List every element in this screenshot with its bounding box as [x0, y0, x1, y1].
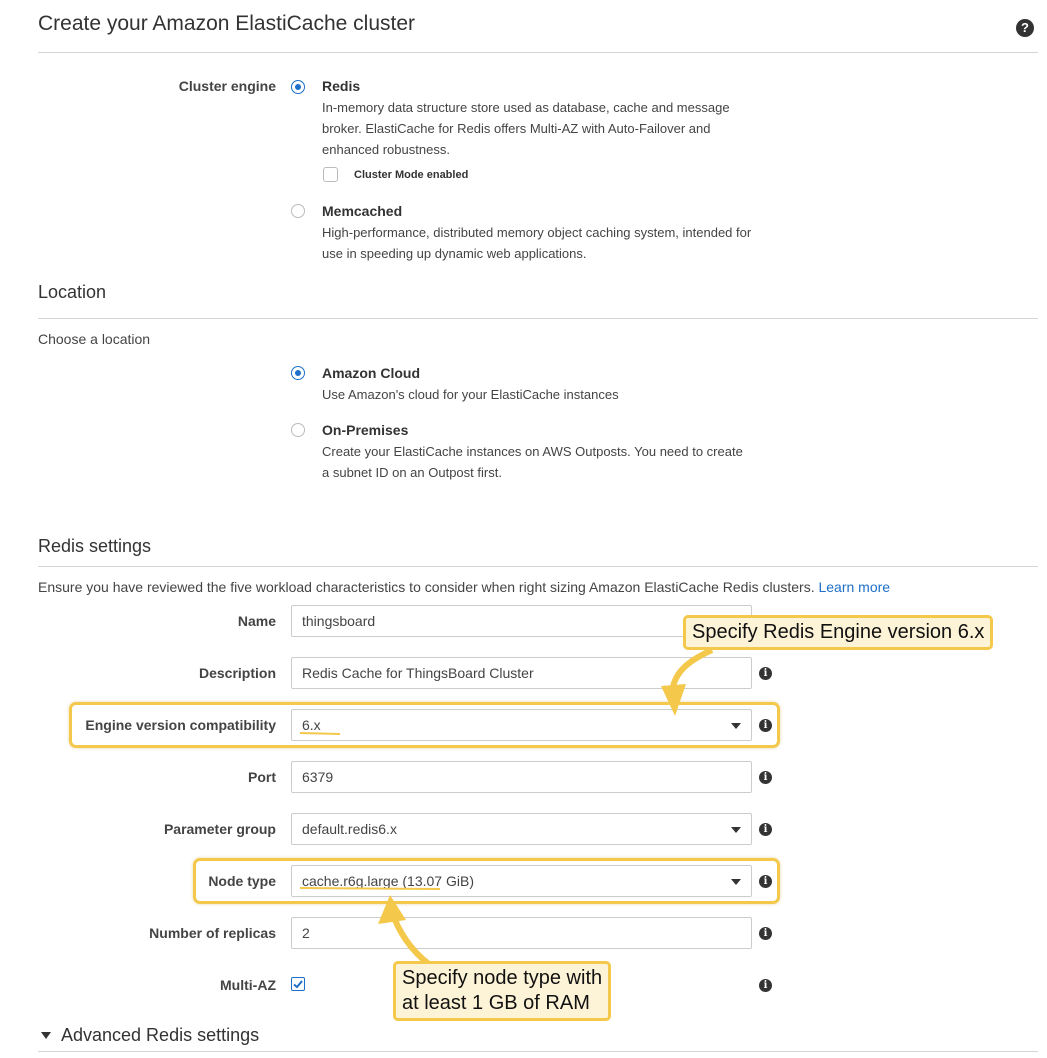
engine-version-arrowhead [661, 684, 686, 716]
engine-underline [299, 732, 341, 735]
node-type-callout: Specify node type with at least 1 GB of … [393, 961, 612, 1021]
node-type-callout-line2: at least 1 GB of RAM [402, 992, 590, 1014]
engine-version-callout: Specify Redis Engine version 6.x [683, 615, 994, 650]
node-type-callout-line1: Specify node type with [402, 967, 603, 989]
node-type-underline [299, 887, 441, 890]
node-type-arrowhead [378, 895, 406, 924]
annotation-arrows [299, 647, 714, 968]
